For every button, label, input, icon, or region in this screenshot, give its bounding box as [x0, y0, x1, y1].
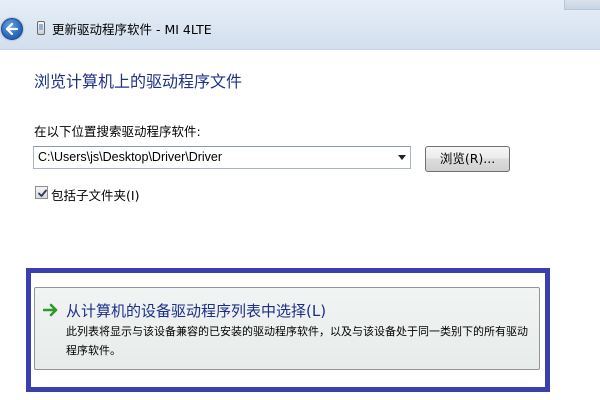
window-title: 更新驱动程序软件 - MI 4LTE	[52, 22, 212, 37]
green-arrow-icon	[43, 303, 58, 317]
back-arrow-icon	[5, 22, 19, 36]
search-location-label: 在以下位置搜索驱动程序软件:	[34, 124, 201, 139]
command-link-title[interactable]: 从计算机的设备驱动程序列表中选择(L)	[66, 300, 326, 321]
window-controls[interactable]	[564, 0, 600, 10]
browse-button[interactable]: 浏览(R)...	[425, 146, 510, 172]
command-link-description: 此列表将显示与该设备兼容的已安装的驱动程序软件，以及与该设备处于同一类别下的所有…	[66, 325, 528, 357]
title-bar: 更新驱动程序软件 - MI 4LTE	[0, 0, 600, 50]
device-icon	[37, 21, 45, 35]
path-input-value[interactable]: C:\Users\js\Desktop\Driver\Driver	[38, 150, 222, 164]
checkmark-icon	[38, 189, 47, 197]
path-combobox[interactable]: C:\Users\js\Desktop\Driver\Driver	[33, 146, 411, 169]
back-button[interactable]	[1, 18, 23, 40]
include-subfolders-label[interactable]: 包括子文件夹(I)	[51, 185, 139, 204]
choose-from-list-command-link[interactable]: 从计算机的设备驱动程序列表中选择(L) 此列表将显示与该设备兼容的已安装的驱动程…	[34, 287, 540, 370]
include-subfolders-checkbox[interactable]	[35, 186, 48, 199]
page-heading: 浏览计算机上的驱动程序文件	[34, 72, 243, 91]
chevron-down-icon[interactable]	[398, 155, 406, 160]
